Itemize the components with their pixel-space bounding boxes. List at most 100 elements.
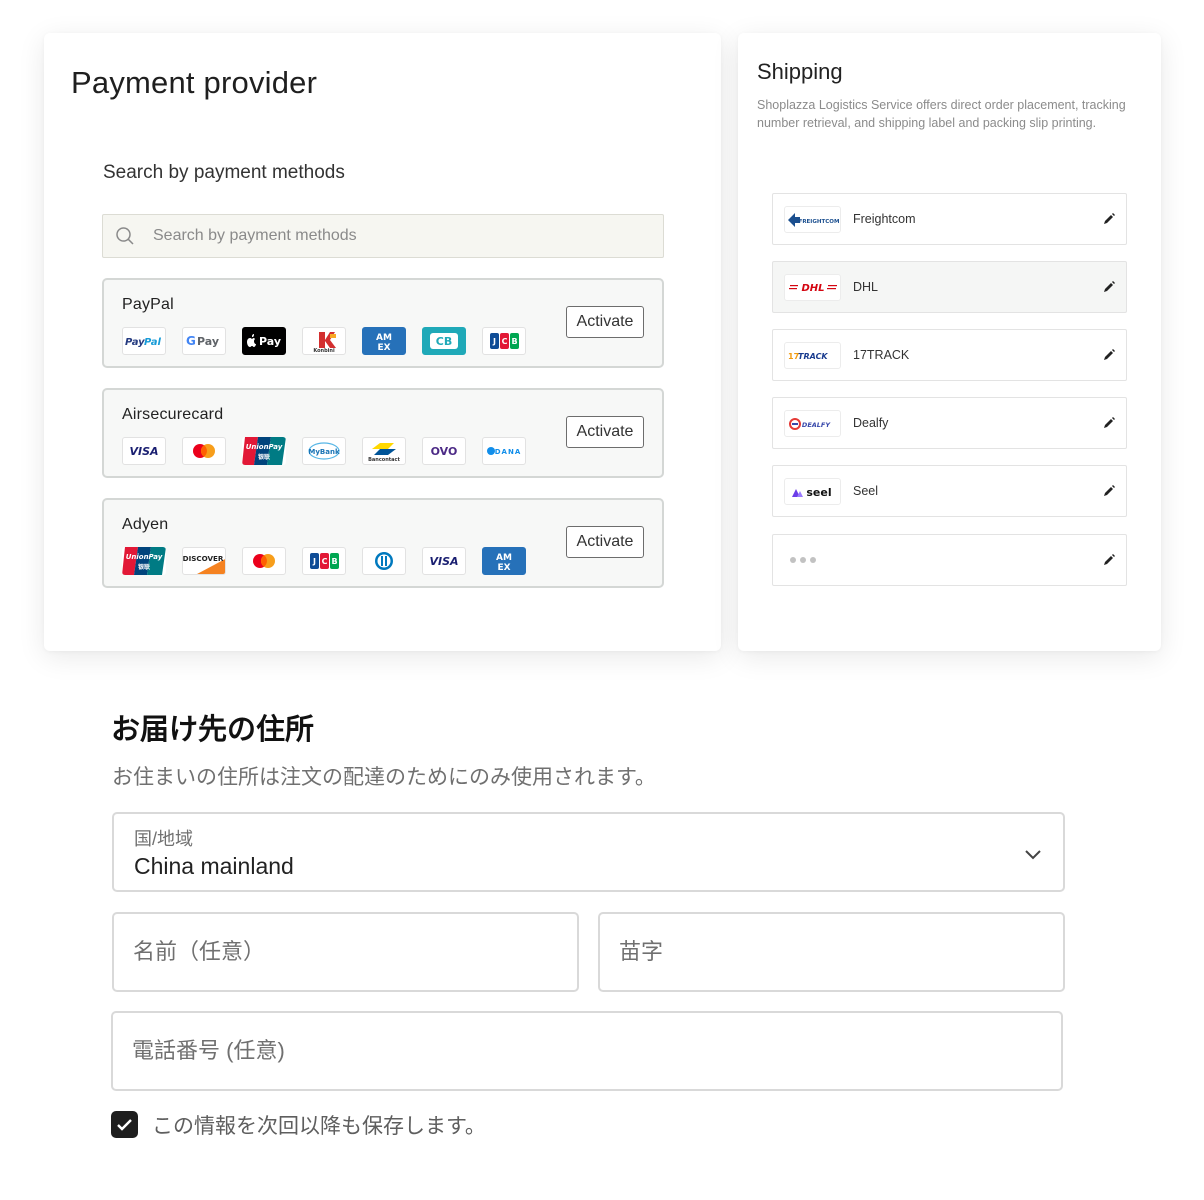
carrier-name: Dealfy	[853, 416, 889, 430]
country-select[interactable]: 国/地域 China mainland	[112, 812, 1065, 892]
svg-text:UnionPay: UnionPay	[126, 553, 163, 561]
carrier-name: Seel	[853, 484, 879, 498]
shipping-address-title: お届け先の住所	[111, 714, 315, 746]
svg-text:Pay: Pay	[125, 337, 145, 348]
phone-input[interactable]	[113, 1013, 1061, 1089]
provider-paypal: PayPal Pay Pal G Pay Pay Konbini AM EX CB J…	[102, 278, 664, 368]
payment-search-input[interactable]	[153, 215, 653, 257]
svg-text:G: G	[186, 334, 196, 348]
carrier-row-dhl[interactable]: DHL DHL	[772, 261, 1127, 313]
carrier-name: Freightcom	[853, 212, 916, 226]
country-value: China mainland	[134, 853, 294, 879]
payment-methods-row: UnionPay 银联 DISCOVER JCB VISA AM EX	[122, 547, 526, 575]
mastercard-icon	[182, 437, 226, 465]
save-info-label: この情報を次回以降も保存します。	[152, 1115, 486, 1138]
carrier-row-more[interactable]	[772, 534, 1127, 586]
svg-text:C: C	[502, 337, 508, 346]
svg-text:EX: EX	[497, 563, 510, 573]
carrier-row-seel[interactable]: seel Seel	[772, 465, 1127, 517]
diners-club-icon	[362, 547, 406, 575]
carrier-row-17track[interactable]: 17 TRACK 17TRACK	[772, 329, 1127, 381]
activate-button-airsecurecard[interactable]: Activate	[566, 416, 644, 448]
svg-text:Konbini: Konbini	[313, 348, 335, 354]
provider-name: PayPal	[122, 296, 174, 313]
american-express-icon: AM EX	[482, 547, 526, 575]
svg-text:Pay: Pay	[259, 335, 281, 348]
cb-icon: CB	[422, 327, 466, 355]
svg-text:EX: EX	[377, 343, 390, 353]
jcb-icon: JCB	[302, 547, 346, 575]
discover-icon: DISCOVER	[182, 547, 226, 575]
svg-text:银联: 银联	[138, 563, 150, 571]
payment-methods-row: Pay Pal G Pay Pay Konbini AM EX CB JCB	[122, 327, 526, 355]
shipping-title: Shipping	[757, 59, 843, 84]
paypal-icon: Pay Pal	[122, 327, 166, 355]
american-express-icon: AM EX	[362, 327, 406, 355]
svg-text:AM: AM	[376, 333, 392, 343]
visa-icon: VISA	[122, 437, 166, 465]
dealfy-logo: DEALFY	[784, 410, 841, 437]
svg-text:TRACK: TRACK	[798, 352, 828, 361]
svg-text:Pal: Pal	[144, 337, 161, 348]
unionpay-icon: UnionPay 银联	[122, 547, 166, 575]
edit-pencil-icon[interactable]	[1102, 484, 1116, 498]
payment-search-box[interactable]	[102, 214, 664, 258]
jcb-icon: JCB	[482, 327, 526, 355]
svg-text:OVO: OVO	[431, 445, 458, 458]
edit-pencil-icon[interactable]	[1102, 212, 1116, 226]
payment-methods-row: VISA UnionPay 银联 MyBank Bancontact OVO DA…	[122, 437, 526, 465]
search-icon	[116, 227, 134, 245]
svg-text:FREIGHTCOM: FREIGHTCOM	[798, 219, 839, 225]
edit-pencil-icon[interactable]	[1102, 553, 1116, 567]
visa-icon: VISA	[422, 547, 466, 575]
svg-text:B: B	[331, 557, 337, 566]
svg-text:AM: AM	[496, 553, 512, 563]
save-info-checkbox[interactable]	[111, 1111, 138, 1138]
konbini-icon: Konbini	[302, 327, 346, 355]
provider-airsecurecard: Airsecurecard VISA UnionPay 银联 MyBank Ban…	[102, 388, 664, 478]
carrier-name: DHL	[853, 280, 879, 294]
svg-text:J: J	[492, 337, 496, 346]
svg-text:J: J	[312, 557, 316, 566]
freightcom-logo: FREIGHTCOM	[784, 206, 841, 233]
last-name-input[interactable]	[600, 914, 1063, 990]
provider-adyen: Adyen UnionPay 银联 DISCOVER JCB VISA AM EX	[102, 498, 664, 588]
edit-pencil-icon[interactable]	[1102, 416, 1116, 430]
provider-name: Airsecurecard	[122, 406, 224, 423]
carrier-row-freightcom[interactable]: FREIGHTCOM Freightcom	[772, 193, 1127, 245]
first-name-input[interactable]	[114, 914, 577, 990]
edit-pencil-icon[interactable]	[1102, 280, 1116, 294]
17track-logo: 17 TRACK	[784, 342, 841, 369]
ovo-icon: OVO	[422, 437, 466, 465]
carrier-name: 17TRACK	[853, 348, 910, 362]
svg-text:C: C	[322, 557, 328, 566]
svg-text:seel: seel	[806, 486, 831, 499]
payment-provider-card: Payment provider Search by payment metho…	[44, 33, 721, 651]
search-payment-methods-label: Search by payment methods	[103, 162, 345, 183]
edit-pencil-icon[interactable]	[1102, 348, 1116, 362]
shipping-card: Shipping Shoplazza Logistics Service off…	[738, 33, 1161, 651]
phone-field[interactable]	[111, 1011, 1063, 1091]
dhl-logo-text: DHL	[801, 283, 824, 294]
chevron-down-icon	[1025, 850, 1041, 860]
svg-text:UnionPay: UnionPay	[246, 443, 283, 451]
payment-provider-title: Payment provider	[71, 65, 318, 100]
svg-text:DANA: DANA	[495, 448, 522, 456]
apple-pay-icon: Pay	[242, 327, 286, 355]
svg-text:DISCOVER: DISCOVER	[183, 554, 224, 563]
more-dots-icon	[790, 557, 816, 563]
activate-button-paypal[interactable]: Activate	[566, 306, 644, 338]
svg-text:B: B	[511, 337, 517, 346]
carrier-row-dealfy[interactable]: DEALFY Dealfy	[772, 397, 1127, 449]
activate-button-adyen[interactable]: Activate	[566, 526, 644, 558]
svg-text:Bancontact: Bancontact	[368, 457, 400, 463]
bancontact-icon: Bancontact	[362, 437, 406, 465]
svg-text:VISA: VISA	[429, 555, 458, 568]
google-pay-icon: G Pay	[182, 327, 226, 355]
provider-name: Adyen	[122, 516, 169, 533]
svg-text:MyBank: MyBank	[308, 448, 340, 456]
first-name-field[interactable]	[112, 912, 579, 992]
svg-text:VISA: VISA	[129, 445, 158, 458]
last-name-field[interactable]	[598, 912, 1065, 992]
country-label: 国/地域	[134, 829, 194, 849]
